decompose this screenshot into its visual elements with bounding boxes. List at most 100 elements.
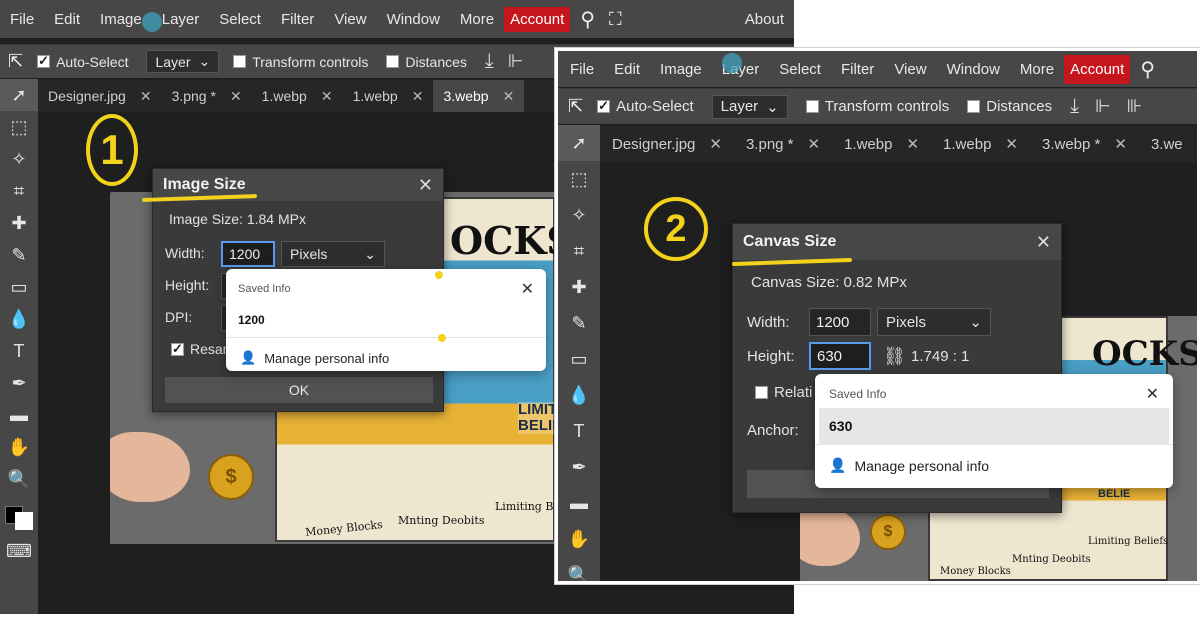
close-icon[interactable]: ✕ [1146, 384, 1159, 404]
color-swatches-icon[interactable] [0, 495, 38, 535]
menu-select[interactable]: Select [209, 11, 271, 28]
resample-checkbox[interactable]: Resan [171, 341, 230, 357]
tab-3-webp-2[interactable]: 3.we [1139, 126, 1195, 162]
tab-1-webp[interactable]: 1.webp ✕ [252, 80, 343, 112]
distances-checkbox[interactable]: Distances [967, 98, 1052, 115]
menu-view[interactable]: View [324, 11, 376, 28]
search-icon[interactable]: ⚲ [1140, 57, 1155, 82]
menu-window[interactable]: Window [937, 61, 1010, 78]
gradient-tool-icon[interactable]: ▭ [558, 341, 600, 377]
width-unit-select[interactable]: Pixels ⌄ [877, 308, 991, 336]
ok-button[interactable]: OK [165, 377, 433, 403]
close-icon[interactable]: ✕ [230, 88, 242, 105]
account-button[interactable]: Account [504, 6, 571, 32]
menu-filter[interactable]: Filter [271, 11, 324, 28]
tab-3-webp[interactable]: 3.webp ✕ [433, 80, 525, 112]
healing-tool-icon[interactable]: ✚ [0, 207, 38, 239]
close-icon[interactable]: ✕ [1036, 232, 1051, 253]
tab-designer-jpg[interactable]: Designer.jpg ✕ [600, 126, 734, 162]
pen-tool-icon[interactable]: ✒ [0, 367, 38, 399]
marquee-tool-icon[interactable]: ⬚ [0, 111, 38, 143]
close-icon[interactable]: ✕ [1005, 135, 1018, 153]
close-icon[interactable]: ✕ [412, 88, 424, 105]
download-icon[interactable]: ⤓ [485, 50, 494, 73]
close-icon[interactable]: ✕ [321, 88, 333, 105]
move-tool-icon[interactable]: ➚ [558, 125, 600, 161]
close-icon[interactable]: ✕ [709, 135, 722, 153]
shape-tool-icon[interactable]: ▬ [0, 399, 38, 431]
move-tool-icon[interactable]: ➚ [0, 79, 38, 111]
menu-more[interactable]: More [450, 11, 504, 28]
align-icon[interactable]: ⊩ [508, 51, 524, 72]
saved-value-option[interactable]: 630 [819, 408, 1169, 444]
crop-tool-icon[interactable]: ⌗ [0, 175, 38, 207]
menu-filter[interactable]: Filter [831, 61, 884, 78]
layer-select[interactable]: Layer ⌄ [146, 50, 220, 73]
crop-tool-icon[interactable]: ⌗ [558, 233, 600, 269]
menu-file[interactable]: File [560, 61, 604, 78]
tab-3-webp[interactable]: 3.webp * ✕ [1030, 126, 1139, 162]
gradient-tool-icon[interactable]: ▭ [0, 271, 38, 303]
align-icon[interactable]: ⊩ [1095, 96, 1111, 117]
menu-image[interactable]: Image [650, 61, 712, 78]
saved-value-option[interactable]: 1200 [226, 299, 546, 337]
close-icon[interactable]: ✕ [503, 88, 515, 105]
menu-file[interactable]: File [0, 11, 44, 28]
close-icon[interactable]: ✕ [906, 135, 919, 153]
marquee-tool-icon[interactable]: ⬚ [558, 161, 600, 197]
magic-wand-icon[interactable]: ✧ [558, 197, 600, 233]
menu-more[interactable]: More [1010, 61, 1064, 78]
tab-designer-jpg[interactable]: Designer.jpg ✕ [38, 80, 162, 112]
tab-1-webp-2[interactable]: 1.webp ✕ [931, 126, 1030, 162]
width-input[interactable]: 1200 [809, 308, 871, 336]
close-icon[interactable]: ✕ [140, 88, 152, 105]
menu-view[interactable]: View [884, 61, 936, 78]
close-icon[interactable]: ✕ [418, 175, 433, 196]
chain-link-icon[interactable]: ⛓ [883, 346, 906, 367]
tab-3-png[interactable]: 3.png * ✕ [734, 126, 832, 162]
width-input[interactable]: 1200 [221, 241, 275, 267]
close-icon[interactable]: ✕ [521, 279, 534, 299]
keyboard-icon[interactable]: ⌨ [0, 535, 38, 567]
tab-1-webp[interactable]: 1.webp ✕ [832, 126, 931, 162]
menu-about[interactable]: About [735, 11, 794, 28]
close-icon[interactable]: ✕ [1114, 135, 1127, 153]
auto-select-checkbox[interactable]: Auto-Select [37, 53, 128, 70]
align-center-icon[interactable]: ⊪ [1127, 96, 1143, 117]
search-icon[interactable]: ⚲ [580, 7, 595, 32]
transform-controls-checkbox[interactable]: Transform controls [805, 98, 949, 115]
relative-checkbox[interactable]: Relati [755, 384, 812, 401]
download-icon[interactable]: ⤓ [1070, 95, 1079, 118]
manage-personal-info-link[interactable]: 👤 Manage personal info [815, 444, 1173, 486]
tab-3-png[interactable]: 3.png * ✕ [162, 80, 252, 112]
menu-edit[interactable]: Edit [44, 11, 90, 28]
auto-select-checkbox[interactable]: Auto-Select [597, 98, 694, 115]
hand-tool-icon[interactable]: ✋ [558, 521, 600, 557]
fullscreen-icon[interactable]: ⛶ [609, 9, 622, 30]
menu-window[interactable]: Window [377, 11, 450, 28]
zoom-tool-icon[interactable]: 🔍 [558, 557, 600, 582]
menu-select[interactable]: Select [769, 61, 831, 78]
tab-1-webp-2[interactable]: 1.webp ✕ [343, 80, 434, 112]
shape-tool-icon[interactable]: ▬ [558, 485, 600, 521]
menu-edit[interactable]: Edit [604, 61, 650, 78]
brush-tool-icon[interactable]: ✎ [558, 305, 600, 341]
type-tool-icon[interactable]: T [558, 413, 600, 449]
manage-personal-info-link[interactable]: 👤 Manage personal info [226, 337, 546, 378]
zoom-tool-icon[interactable]: 🔍 [0, 463, 38, 495]
healing-tool-icon[interactable]: ✚ [558, 269, 600, 305]
brush-tool-icon[interactable]: ✎ [0, 239, 38, 271]
magic-wand-icon[interactable]: ✧ [0, 143, 38, 175]
blur-tool-icon[interactable]: 💧 [558, 377, 600, 413]
pen-tool-icon[interactable]: ✒ [558, 449, 600, 485]
account-button[interactable]: Account [1064, 54, 1131, 84]
width-unit-select[interactable]: Pixels ⌄ [281, 241, 385, 267]
blur-tool-icon[interactable]: 💧 [0, 303, 38, 335]
close-icon[interactable]: ✕ [808, 135, 821, 153]
type-tool-icon[interactable]: T [0, 335, 38, 367]
hand-tool-icon[interactable]: ✋ [0, 431, 38, 463]
distances-checkbox[interactable]: Distances [386, 54, 467, 70]
height-input[interactable]: 630 [809, 342, 871, 370]
transform-controls-checkbox[interactable]: Transform controls [233, 54, 368, 70]
layer-select[interactable]: Layer ⌄ [711, 94, 788, 119]
